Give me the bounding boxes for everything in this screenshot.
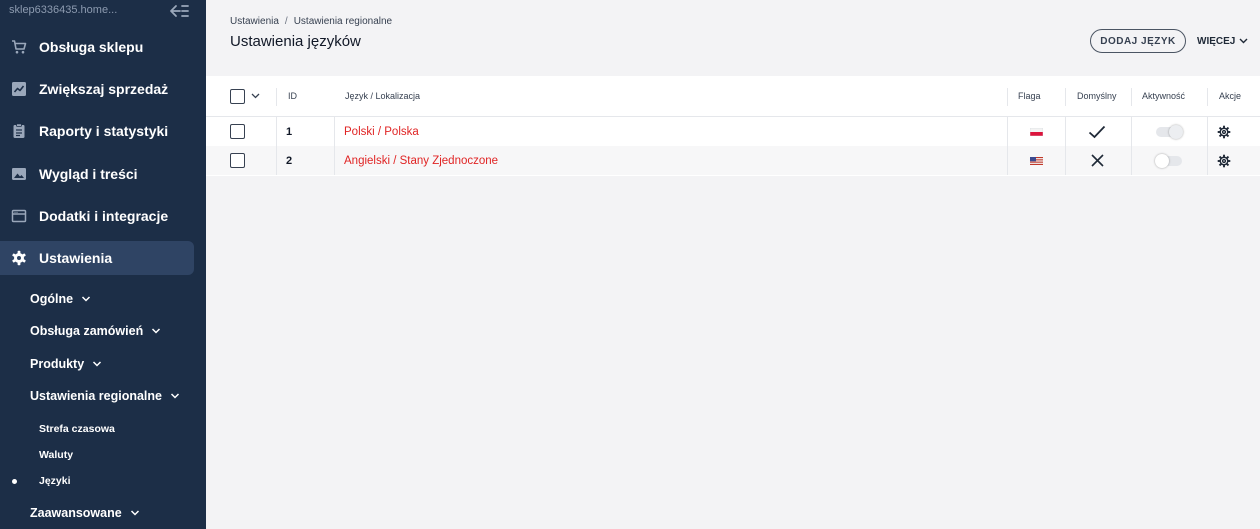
clipboard-icon (13, 123, 25, 138)
regional-sub-timezone[interactable]: Strefa czasowa (39, 421, 115, 437)
column-divider (1007, 146, 1008, 175)
sub-item-label: Języki (39, 475, 71, 487)
shop-switcher[interactable]: sklep6336435.home... (0, 0, 206, 24)
table-row: 2 Angielski / Stany Zjednoczone (206, 146, 1260, 175)
sidebar-item-addons[interactable]: Dodatki i integracje (0, 198, 206, 234)
active-toggle[interactable] (1155, 153, 1182, 168)
cart-icon (12, 40, 27, 54)
regional-sub-languages[interactable]: Języki (39, 473, 71, 489)
page-title: Ustawienia języków (230, 33, 361, 50)
sub-item-label: Waluty (39, 449, 74, 461)
column-header-active: Aktywność (1142, 91, 1186, 101)
more-button-label: WIĘCEJ (1197, 35, 1236, 47)
sidebar-item-label: Ustawienia (39, 250, 113, 266)
chevron-down-icon (170, 393, 180, 399)
column-divider (334, 146, 335, 175)
column-divider (1207, 146, 1208, 175)
sidebar-item-label: Raporty i statystyki (39, 123, 169, 139)
chevron-down-icon (130, 510, 139, 516)
sub-item-label: Ustawienia regionalne (30, 389, 162, 403)
sidebar-item-reports[interactable]: Raporty i statystyki (0, 113, 206, 149)
sidebar-item-label: Zwiększaj sprzedaż (39, 81, 169, 97)
close-icon (1091, 154, 1104, 167)
row-language-link[interactable]: Polski / Polska (344, 126, 419, 138)
sub-item-label: Produkty (30, 357, 85, 371)
chart-icon (12, 82, 26, 96)
select-all (230, 76, 260, 116)
gear-icon[interactable] (1217, 125, 1231, 139)
poland-flag-icon (1030, 127, 1043, 136)
column-divider (1065, 117, 1066, 146)
row-id: 1 (286, 125, 293, 138)
column-header-actions: Akcje (1219, 91, 1242, 101)
table-row: 1 Polski / Polska (206, 117, 1260, 146)
sidebar: sklep6336435.home... Obsługa sklepu Zwię… (0, 0, 206, 529)
column-divider (1131, 146, 1132, 175)
sidebar-item-appearance[interactable]: Wygląd i treści (0, 156, 206, 192)
column-divider (276, 88, 277, 106)
sub-item-label: Ogólne (30, 292, 74, 306)
add-language-button[interactable]: DODAJ JĘZYK (1090, 29, 1186, 53)
column-header-id[interactable]: ID (288, 91, 297, 101)
sidebar-item-increase-sales[interactable]: Zwiększaj sprzedaż (0, 71, 206, 107)
row-language-link[interactable]: Angielski / Stany Zjednoczone (344, 155, 498, 167)
active-toggle[interactable] (1156, 124, 1183, 139)
settings-sub-orders[interactable]: Obsługa zamówień (30, 320, 161, 342)
chevron-down-icon (1239, 38, 1248, 44)
column-divider (334, 117, 335, 146)
column-divider (276, 117, 277, 146)
column-divider (276, 146, 277, 175)
sidebar-item-label: Wygląd i treści (39, 166, 138, 182)
column-divider (1207, 88, 1208, 106)
sub-item-label: Zaawansowane (30, 506, 122, 520)
sidebar-item-label: Dodatki i integracje (39, 208, 169, 224)
table-header: ID Język / Lokalizacja Flaga Domyślny Ak… (206, 76, 1260, 117)
column-divider (1065, 88, 1066, 106)
column-divider (1065, 146, 1066, 175)
settings-sub-regional[interactable]: Ustawienia regionalne (30, 385, 180, 407)
sidebar-item-settings[interactable]: Ustawienia (0, 241, 194, 275)
toggle-knob (1169, 124, 1183, 139)
settings-sub-products[interactable]: Produkty (30, 353, 102, 375)
sidebar-item-shop-service[interactable]: Obsługa sklepu (0, 29, 206, 65)
more-button[interactable]: WIĘCEJ (1197, 34, 1248, 48)
toggle-knob (1155, 153, 1169, 168)
image-icon (12, 168, 26, 180)
check-icon (1088, 125, 1106, 138)
chevron-down-icon (82, 296, 91, 302)
select-all-checkbox[interactable] (230, 88, 245, 104)
chevron-down-icon[interactable] (251, 93, 260, 99)
shop-name: sklep6336435.home... (9, 4, 118, 16)
breadcrumb-item[interactable]: Ustawienia regionalne (294, 16, 392, 27)
regional-sub-currencies[interactable]: Waluty (39, 447, 73, 463)
collapse-sidebar-icon[interactable] (169, 2, 189, 20)
active-bullet (12, 479, 17, 484)
column-divider (1007, 117, 1008, 146)
column-divider (1207, 117, 1208, 146)
sub-item-label: Strefa czasowa (39, 423, 115, 435)
languages-table: ID Język / Lokalizacja Flaga Domyślny Ak… (206, 76, 1260, 176)
chevron-down-icon (93, 361, 102, 367)
breadcrumb-separator: / (284, 16, 288, 27)
row-checkbox[interactable] (230, 124, 245, 139)
column-header-default: Domyślny (1077, 91, 1117, 101)
settings-sub-advanced[interactable]: Zaawansowane (30, 502, 140, 524)
sidebar-item-label: Obsługa sklepu (39, 39, 144, 55)
window-icon (11, 209, 27, 223)
column-header-language[interactable]: Język / Lokalizacja (345, 91, 420, 101)
sub-item-label: Obsługa zamówień (30, 324, 144, 338)
column-divider (1131, 117, 1132, 146)
column-divider (1131, 88, 1132, 106)
column-divider (1007, 88, 1008, 106)
settings-sub-general[interactable]: Ogólne (30, 288, 91, 310)
chevron-down-icon (152, 328, 161, 334)
breadcrumb: Ustawienia / Ustawienia regionalne (230, 16, 392, 27)
column-header-flag: Flaga (1018, 91, 1041, 101)
row-id: 2 (286, 154, 293, 167)
row-checkbox[interactable] (230, 153, 245, 168)
gear-icon (12, 250, 26, 266)
breadcrumb-item[interactable]: Ustawienia (230, 16, 279, 27)
gear-icon[interactable] (1217, 154, 1231, 168)
usa-flag-icon (1030, 156, 1043, 165)
